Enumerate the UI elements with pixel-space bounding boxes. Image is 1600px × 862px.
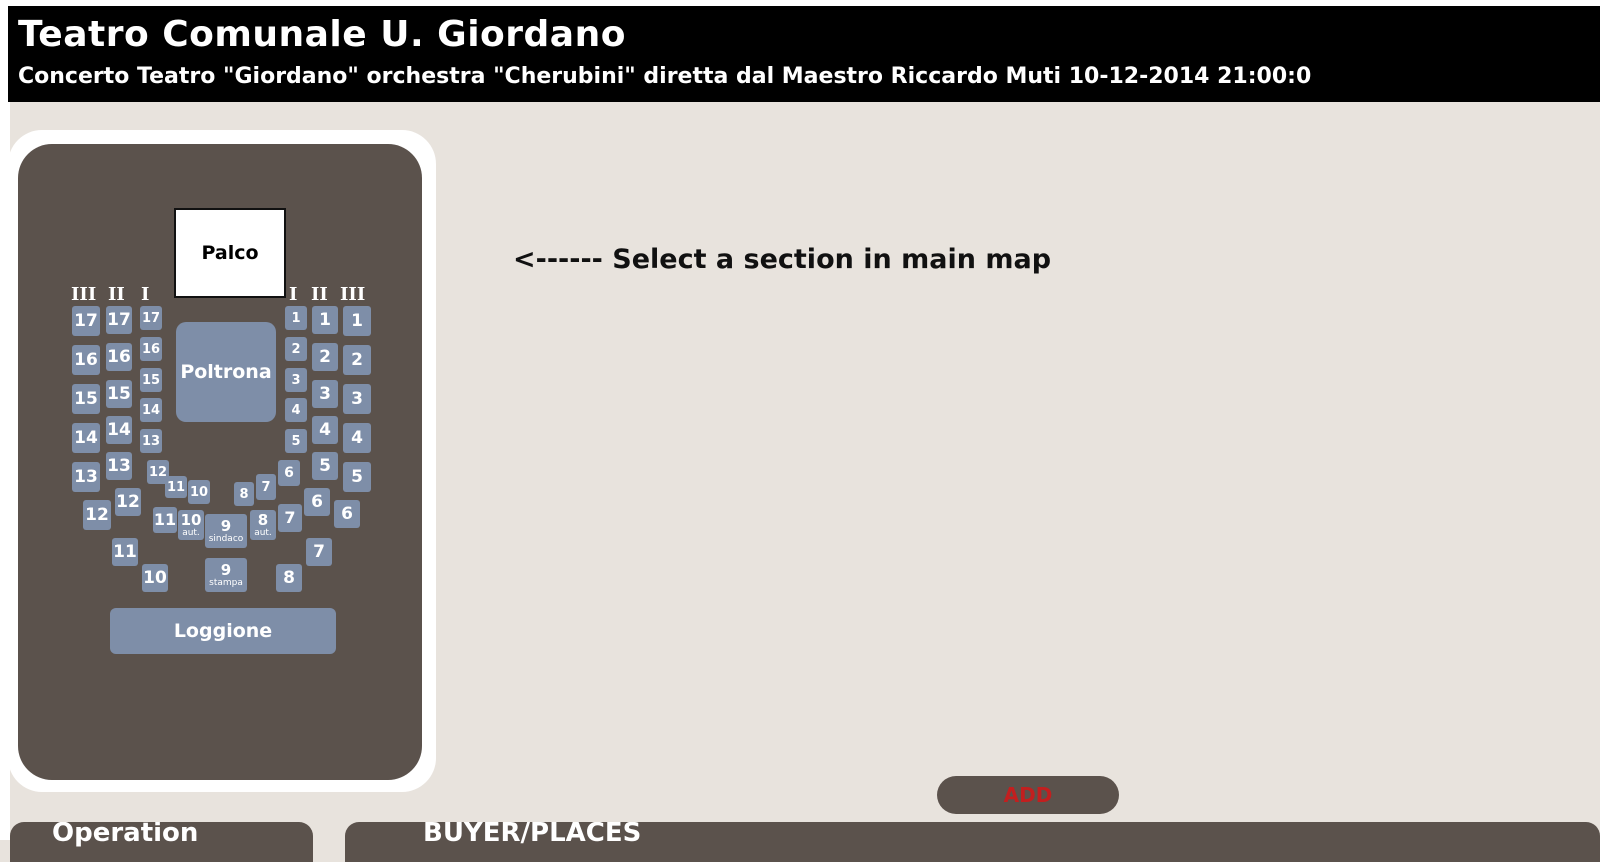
buyer-places-panel: BUYER/PLACES xyxy=(345,822,1600,862)
venue-title: Teatro Comunale U. Giordano xyxy=(18,14,626,55)
section-right-i-6[interactable]: 6 xyxy=(278,460,300,486)
section-left-i-17[interactable]: 17 xyxy=(140,306,162,330)
section-right-ii-3[interactable]: 3 xyxy=(312,380,338,408)
section-lower-11-inner[interactable]: 11 xyxy=(153,507,177,533)
seat-map-panel: Palco III II I I II III 17 16 15 14 13 1… xyxy=(8,130,436,792)
section-left-i-15[interactable]: 15 xyxy=(140,368,162,392)
tier-label-left-ii: II xyxy=(108,284,125,305)
section-palco[interactable]: Palco xyxy=(174,208,286,298)
section-left-ii-15[interactable]: 15 xyxy=(106,380,132,408)
section-left-iii-16[interactable]: 16 xyxy=(72,345,100,375)
section-lower-11-outer[interactable]: 11 xyxy=(112,538,138,566)
section-lower-8-top[interactable]: 8 xyxy=(234,482,254,506)
section-lower-10-aut[interactable]: 10 aut. xyxy=(178,510,204,540)
section-lower-10-top[interactable]: 10 xyxy=(188,480,210,504)
section-lower-12-inner[interactable]: 12 xyxy=(115,488,141,516)
section-right-i-1[interactable]: 1 xyxy=(285,306,307,330)
section-poltrona[interactable]: Poltrona xyxy=(176,322,276,422)
section-left-i-13[interactable]: 13 xyxy=(140,429,162,453)
section-left-ii-17[interactable]: 17 xyxy=(106,306,132,334)
section-left-iii-14[interactable]: 14 xyxy=(72,423,100,453)
section-right-ii-2[interactable]: 2 xyxy=(312,343,338,371)
section-right-i-3[interactable]: 3 xyxy=(285,368,307,392)
section-sub-label: aut. xyxy=(254,527,272,538)
section-left-iii-15[interactable]: 15 xyxy=(72,384,100,414)
section-right-ii-1[interactable]: 1 xyxy=(312,306,338,334)
section-lower-7-outer[interactable]: 7 xyxy=(306,538,332,566)
section-label: 8 xyxy=(257,510,269,529)
section-lower-8-outer[interactable]: 8 xyxy=(276,564,302,592)
section-lower-7-inner[interactable]: 7 xyxy=(278,504,302,532)
section-right-iii-3[interactable]: 3 xyxy=(343,384,371,414)
section-lower-9-stampa[interactable]: 9 stampa xyxy=(205,558,247,592)
section-right-ii-4[interactable]: 4 xyxy=(312,416,338,444)
section-right-i-2[interactable]: 2 xyxy=(285,337,307,361)
seat-map: Palco III II I I II III 17 16 15 14 13 1… xyxy=(18,144,422,780)
section-right-iii-5[interactable]: 5 xyxy=(343,462,371,492)
section-lower-6-outer[interactable]: 6 xyxy=(334,500,360,528)
tier-label-right-ii: II xyxy=(311,284,328,305)
section-label: 9 xyxy=(220,516,232,535)
tier-label-right-iii: III xyxy=(340,284,366,305)
header-bar: Teatro Comunale U. Giordano Concerto Tea… xyxy=(8,6,1600,102)
section-right-iii-2[interactable]: 2 xyxy=(343,345,371,375)
section-lower-8-aut[interactable]: 8 aut. xyxy=(250,510,276,540)
section-left-iii-13[interactable]: 13 xyxy=(72,462,100,492)
section-sub-label: sindaco xyxy=(208,533,244,544)
buyer-places-panel-title: BUYER/PLACES xyxy=(423,822,642,848)
section-sub-label: aut. xyxy=(182,527,200,538)
section-right-ii-5[interactable]: 5 xyxy=(312,452,338,480)
section-loggione[interactable]: Loggione xyxy=(110,608,336,654)
section-right-iii-1[interactable]: 1 xyxy=(343,306,371,336)
section-left-i-16[interactable]: 16 xyxy=(140,337,162,361)
section-left-iii-17[interactable]: 17 xyxy=(72,306,100,336)
operation-panel: Operation xyxy=(10,822,313,862)
section-lower-11-top[interactable]: 11 xyxy=(165,476,187,498)
section-left-ii-14[interactable]: 14 xyxy=(106,416,132,444)
operation-panel-title: Operation xyxy=(52,822,199,848)
tier-label-left-iii: III xyxy=(71,284,97,305)
section-lower-7-top[interactable]: 7 xyxy=(256,474,276,500)
section-lower-6-inner[interactable]: 6 xyxy=(304,488,330,516)
select-section-hint: <------ Select a section in main map xyxy=(513,244,1052,275)
section-lower-10-outer[interactable]: 10 xyxy=(142,564,168,592)
section-right-iii-4[interactable]: 4 xyxy=(343,423,371,453)
section-left-i-14[interactable]: 14 xyxy=(140,398,162,422)
section-label: 10 xyxy=(180,510,202,529)
section-lower-12-outer[interactable]: 12 xyxy=(83,500,111,530)
section-left-ii-16[interactable]: 16 xyxy=(106,343,132,371)
section-right-i-5[interactable]: 5 xyxy=(285,429,307,453)
add-button[interactable]: ADD xyxy=(937,776,1119,814)
section-left-ii-13[interactable]: 13 xyxy=(106,452,132,480)
event-subtitle: Concerto Teatro "Giordano" orchestra "Ch… xyxy=(18,64,1312,89)
section-label: 9 xyxy=(220,560,232,579)
tier-label-left-i: I xyxy=(141,284,150,305)
section-sub-label: stampa xyxy=(209,577,243,588)
section-lower-9-sindaco[interactable]: 9 sindaco xyxy=(205,514,247,548)
tier-label-right-i: I xyxy=(289,284,298,305)
section-right-i-4[interactable]: 4 xyxy=(285,398,307,422)
